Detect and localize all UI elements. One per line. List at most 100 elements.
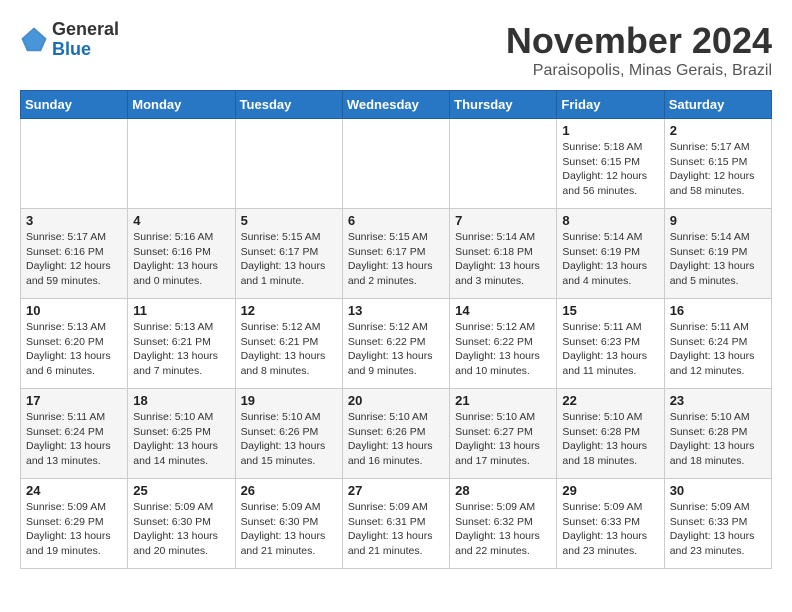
calendar-cell — [342, 119, 449, 209]
calendar-week-5: 24 Sunrise: 5:09 AM Sunset: 6:29 PM Dayli… — [21, 479, 772, 569]
day-number: 11 — [133, 303, 229, 318]
day-info: Sunrise: 5:18 AM Sunset: 6:15 PM Dayligh… — [562, 140, 658, 199]
day-number: 5 — [241, 213, 337, 228]
calendar-cell: 3 Sunrise: 5:17 AM Sunset: 6:16 PM Daylig… — [21, 209, 128, 299]
day-info: Sunrise: 5:13 AM Sunset: 6:20 PM Dayligh… — [26, 320, 122, 379]
calendar-cell: 5 Sunrise: 5:15 AM Sunset: 6:17 PM Daylig… — [235, 209, 342, 299]
weekday-header-saturday: Saturday — [664, 91, 771, 119]
calendar-cell: 22 Sunrise: 5:10 AM Sunset: 6:28 PM Dayli… — [557, 389, 664, 479]
calendar-cell: 17 Sunrise: 5:11 AM Sunset: 6:24 PM Dayli… — [21, 389, 128, 479]
weekday-header-sunday: Sunday — [21, 91, 128, 119]
day-number: 23 — [670, 393, 766, 408]
calendar-cell: 1 Sunrise: 5:18 AM Sunset: 6:15 PM Daylig… — [557, 119, 664, 209]
day-number: 9 — [670, 213, 766, 228]
day-info: Sunrise: 5:12 AM Sunset: 6:22 PM Dayligh… — [348, 320, 444, 379]
day-number: 6 — [348, 213, 444, 228]
calendar-week-3: 10 Sunrise: 5:13 AM Sunset: 6:20 PM Dayli… — [21, 299, 772, 389]
day-info: Sunrise: 5:09 AM Sunset: 6:31 PM Dayligh… — [348, 500, 444, 559]
weekday-header-friday: Friday — [557, 91, 664, 119]
calendar-cell: 28 Sunrise: 5:09 AM Sunset: 6:32 PM Dayli… — [450, 479, 557, 569]
day-number: 27 — [348, 483, 444, 498]
calendar-cell: 13 Sunrise: 5:12 AM Sunset: 6:22 PM Dayli… — [342, 299, 449, 389]
title-area: November 2024 Paraisopolis, Minas Gerais… — [506, 20, 772, 80]
day-info: Sunrise: 5:09 AM Sunset: 6:33 PM Dayligh… — [562, 500, 658, 559]
calendar-cell: 7Sunrise: 5:14 AM Sunset: 6:18 PM Daylig… — [450, 209, 557, 299]
logo: General Blue — [20, 20, 119, 60]
calendar-cell: 6 Sunrise: 5:15 AM Sunset: 6:17 PM Daylig… — [342, 209, 449, 299]
day-info: Sunrise: 5:10 AM Sunset: 6:26 PM Dayligh… — [241, 410, 337, 469]
day-info: Sunrise: 5:10 AM Sunset: 6:28 PM Dayligh… — [562, 410, 658, 469]
day-number: 13 — [348, 303, 444, 318]
day-info: Sunrise: 5:12 AM Sunset: 6:21 PM Dayligh… — [241, 320, 337, 379]
day-number: 16 — [670, 303, 766, 318]
day-number: 4 — [133, 213, 229, 228]
month-title: November 2024 — [506, 20, 772, 62]
day-info: Sunrise: 5:11 AM Sunset: 6:24 PM Dayligh… — [670, 320, 766, 379]
day-number: 14 — [455, 303, 551, 318]
logo-blue: Blue — [52, 40, 119, 60]
calendar: SundayMondayTuesdayWednesdayThursdayFrid… — [20, 90, 772, 569]
calendar-week-4: 17 Sunrise: 5:11 AM Sunset: 6:24 PM Dayli… — [21, 389, 772, 479]
calendar-cell: 20 Sunrise: 5:10 AM Sunset: 6:26 PM Dayli… — [342, 389, 449, 479]
day-info: Sunrise: 5:09 AM Sunset: 6:33 PM Dayligh… — [670, 500, 766, 559]
calendar-week-1: 1 Sunrise: 5:18 AM Sunset: 6:15 PM Daylig… — [21, 119, 772, 209]
day-info: Sunrise: 5:10 AM Sunset: 6:28 PM Dayligh… — [670, 410, 766, 469]
calendar-cell — [450, 119, 557, 209]
day-info: Sunrise: 5:17 AM Sunset: 6:15 PM Dayligh… — [670, 140, 766, 199]
day-number: 28 — [455, 483, 551, 498]
day-number: 3 — [26, 213, 122, 228]
day-number: 15 — [562, 303, 658, 318]
calendar-cell — [128, 119, 235, 209]
day-info: Sunrise: 5:13 AM Sunset: 6:21 PM Dayligh… — [133, 320, 229, 379]
day-info: Sunrise: 5:14 AM Sunset: 6:18 PM Dayligh… — [455, 230, 551, 289]
page-header: General Blue November 2024 Paraisopolis,… — [20, 20, 772, 80]
calendar-cell: 16 Sunrise: 5:11 AM Sunset: 6:24 PM Dayli… — [664, 299, 771, 389]
calendar-cell: 15 Sunrise: 5:11 AM Sunset: 6:23 PM Dayli… — [557, 299, 664, 389]
calendar-cell: 2Sunrise: 5:17 AM Sunset: 6:15 PM Daylig… — [664, 119, 771, 209]
day-info: Sunrise: 5:11 AM Sunset: 6:24 PM Dayligh… — [26, 410, 122, 469]
day-number: 30 — [670, 483, 766, 498]
day-info: Sunrise: 5:11 AM Sunset: 6:23 PM Dayligh… — [562, 320, 658, 379]
day-info: Sunrise: 5:17 AM Sunset: 6:16 PM Dayligh… — [26, 230, 122, 289]
day-info: Sunrise: 5:15 AM Sunset: 6:17 PM Dayligh… — [348, 230, 444, 289]
weekday-header-tuesday: Tuesday — [235, 91, 342, 119]
day-info: Sunrise: 5:14 AM Sunset: 6:19 PM Dayligh… — [670, 230, 766, 289]
weekday-header-monday: Monday — [128, 91, 235, 119]
calendar-cell: 25 Sunrise: 5:09 AM Sunset: 6:30 PM Dayli… — [128, 479, 235, 569]
calendar-cell — [235, 119, 342, 209]
calendar-cell: 27 Sunrise: 5:09 AM Sunset: 6:31 PM Dayli… — [342, 479, 449, 569]
day-number: 25 — [133, 483, 229, 498]
calendar-cell: 4 Sunrise: 5:16 AM Sunset: 6:16 PM Daylig… — [128, 209, 235, 299]
day-number: 29 — [562, 483, 658, 498]
day-info: Sunrise: 5:09 AM Sunset: 6:30 PM Dayligh… — [133, 500, 229, 559]
calendar-header: SundayMondayTuesdayWednesdayThursdayFrid… — [21, 91, 772, 119]
calendar-cell: 18 Sunrise: 5:10 AM Sunset: 6:25 PM Dayli… — [128, 389, 235, 479]
day-number: 24 — [26, 483, 122, 498]
calendar-week-2: 3 Sunrise: 5:17 AM Sunset: 6:16 PM Daylig… — [21, 209, 772, 299]
calendar-cell: 21Sunrise: 5:10 AM Sunset: 6:27 PM Dayli… — [450, 389, 557, 479]
day-info: Sunrise: 5:10 AM Sunset: 6:25 PM Dayligh… — [133, 410, 229, 469]
day-info: Sunrise: 5:09 AM Sunset: 6:30 PM Dayligh… — [241, 500, 337, 559]
day-number: 22 — [562, 393, 658, 408]
day-info: Sunrise: 5:09 AM Sunset: 6:29 PM Dayligh… — [26, 500, 122, 559]
calendar-cell: 10 Sunrise: 5:13 AM Sunset: 6:20 PM Dayli… — [21, 299, 128, 389]
day-number: 20 — [348, 393, 444, 408]
day-info: Sunrise: 5:09 AM Sunset: 6:32 PM Dayligh… — [455, 500, 551, 559]
weekday-header-thursday: Thursday — [450, 91, 557, 119]
day-number: 18 — [133, 393, 229, 408]
day-number: 17 — [26, 393, 122, 408]
day-info: Sunrise: 5:15 AM Sunset: 6:17 PM Dayligh… — [241, 230, 337, 289]
day-number: 10 — [26, 303, 122, 318]
calendar-cell: 23 Sunrise: 5:10 AM Sunset: 6:28 PM Dayli… — [664, 389, 771, 479]
calendar-cell: 8Sunrise: 5:14 AM Sunset: 6:19 PM Daylig… — [557, 209, 664, 299]
calendar-cell: 9 Sunrise: 5:14 AM Sunset: 6:19 PM Daylig… — [664, 209, 771, 299]
day-number: 26 — [241, 483, 337, 498]
day-info: Sunrise: 5:16 AM Sunset: 6:16 PM Dayligh… — [133, 230, 229, 289]
calendar-cell: 30 Sunrise: 5:09 AM Sunset: 6:33 PM Dayli… — [664, 479, 771, 569]
calendar-cell: 26 Sunrise: 5:09 AM Sunset: 6:30 PM Dayli… — [235, 479, 342, 569]
day-number: 1 — [562, 123, 658, 138]
location: Paraisopolis, Minas Gerais, Brazil — [506, 62, 772, 80]
calendar-cell: 11 Sunrise: 5:13 AM Sunset: 6:21 PM Dayli… — [128, 299, 235, 389]
calendar-cell: 12Sunrise: 5:12 AM Sunset: 6:21 PM Dayli… — [235, 299, 342, 389]
day-info: Sunrise: 5:10 AM Sunset: 6:26 PM Dayligh… — [348, 410, 444, 469]
